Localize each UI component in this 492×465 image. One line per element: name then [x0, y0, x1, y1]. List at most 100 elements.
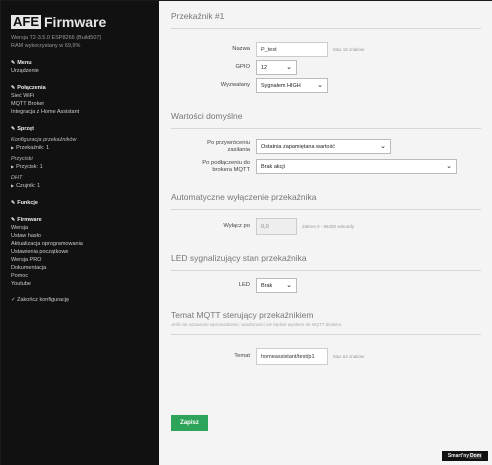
power-restore-row: Po przywróceniu zasilania Ostatnia zapami… — [171, 139, 481, 154]
nav-item-help[interactable]: Pomoc — [11, 272, 149, 280]
nav-item-documentation[interactable]: Dokumentacja — [11, 264, 149, 272]
name-hint: Max 16 znaków — [333, 47, 365, 52]
sidebar: AFE Firmware Wersja T2-3.5.0 ESP8266 (Bu… — [1, 1, 159, 465]
divider — [171, 128, 481, 129]
mqtt-topic-input[interactable]: homeassistant/test/p1 — [256, 348, 328, 365]
nav-sub-dht: DHT — [11, 175, 23, 181]
nav-functions-title: Funkcje — [17, 200, 38, 206]
nav-sub-relays: Konfiguracja przekaźników — [11, 137, 77, 143]
edit-icon: ✎ — [11, 217, 16, 223]
name-input[interactable]: P_test — [256, 42, 328, 57]
led-select-value: Brak — [261, 282, 273, 289]
page-title: Przekaźnik #1 — [171, 11, 225, 21]
mqtt-topic-description: Jeśli nie ustawione wprowadzenie, wiadom… — [171, 322, 342, 327]
led-row: LED Brak ⌄ — [171, 278, 481, 293]
chevron-down-icon: ⌄ — [317, 82, 323, 89]
led-select[interactable]: Brak ⌄ — [256, 278, 297, 293]
divider — [171, 270, 481, 271]
nav-item-relay-1-label: Przekaźnik: 1 — [16, 145, 50, 151]
finish-configuration-link[interactable]: ✓ Zakończ konfigurację — [11, 296, 149, 304]
nav-item-set-password[interactable]: Ustaw hasło — [11, 232, 149, 240]
edit-icon: ✎ — [11, 126, 16, 132]
divider — [171, 334, 481, 335]
nav-connections-title: Połączenia — [17, 85, 46, 91]
nav-menu-title: Menu — [17, 60, 32, 66]
nav-item-device[interactable]: Urządzenie — [11, 67, 149, 75]
power-restore-select[interactable]: Ostatnia zapamiętana wartość ⌄ — [256, 139, 391, 154]
nav-menu-header: ✎ Menu — [11, 59, 149, 67]
chevron-right-icon: ▶ — [11, 183, 15, 188]
version-info: Wersja T2-3.5.0 ESP8266 (Build507) RAM w… — [11, 34, 149, 50]
mqtt-connect-label: Po podłączeniu do brokera MQTT — [171, 160, 256, 174]
nav-firmware-header: ✎ Firmware — [11, 216, 149, 224]
power-restore-label-line1: Po przywróceniu — [207, 139, 250, 146]
led-label: LED — [238, 282, 250, 288]
power-restore-label: Po przywróceniu zasilania — [171, 140, 256, 154]
brand-part2: Dom — [469, 453, 483, 459]
nav-firmware: ✎ Firmware Wersja Ustaw hasło Aktualizacj… — [11, 216, 149, 288]
chevron-down-icon: ⌄ — [380, 143, 386, 150]
led-title: LED sygnalizujący stan przekaźnika — [171, 253, 307, 263]
name-label: Nazwa — [232, 46, 250, 52]
nav-hardware-title: Sprzęt — [17, 126, 35, 132]
divider — [171, 209, 481, 210]
mqtt-connect-select[interactable]: Brak akcji ⌄ — [256, 159, 457, 174]
mqtt-topic-label: Temat — [234, 353, 250, 359]
edit-icon: ✎ — [11, 85, 16, 91]
logo-afe: AFE — [11, 14, 41, 29]
mqtt-connect-label-line2: brokera MQTT — [212, 166, 250, 173]
save-button[interactable]: Zapisz — [171, 415, 208, 431]
auto-off-label: Wyłącz po — [223, 223, 250, 229]
nav-functions-header[interactable]: ✎ Funkcje — [11, 199, 149, 207]
nav-item-mqtt-broker[interactable]: MQTT Broker — [11, 100, 149, 108]
gpio-label: GPIO — [235, 64, 251, 70]
triggered-select-value: Sygnałem HIGH — [261, 82, 301, 89]
nav-item-firmware-update[interactable]: Aktualizacja oprogramowania — [11, 240, 149, 248]
brand-badge: Smart'ny Dom — [442, 451, 488, 461]
chevron-right-icon: ▶ — [11, 164, 15, 169]
brand-part1: Smart'ny — [447, 453, 470, 459]
mqtt-connect-label-line1: Po podłączeniu do — [202, 159, 250, 166]
nav-item-button-1[interactable]: ▶ Przycisk: 1 — [11, 163, 149, 171]
chevron-right-icon: ▶ — [11, 145, 15, 150]
nav-item-youtube[interactable]: Youtube — [11, 280, 149, 288]
nav-item-sensor-1[interactable]: ▶ Czujnik: 1 — [11, 182, 149, 190]
triggered-select[interactable]: Sygnałem HIGH ⌄ — [256, 78, 328, 93]
nav-hardware-header: ✎ Sprzęt — [11, 125, 149, 133]
logo-firmware: Firmware — [44, 14, 107, 30]
divider — [171, 28, 481, 29]
nav-item-wifi[interactable]: Sieć WiFi — [11, 92, 149, 100]
nav-menu: ✎ Menu Urządzenie — [11, 59, 149, 75]
mqtt-topic-title: Temat MQTT sterujący przekaźnikiem — [171, 310, 314, 320]
triggered-label: Wyzwalany — [220, 82, 250, 88]
nav-item-pro-version[interactable]: Wersja PRO — [11, 256, 149, 264]
edit-icon: ✎ — [11, 200, 16, 206]
mqtt-topic-row: Temat homeassistant/test/p1 Max 64 znakó… — [171, 348, 481, 365]
mqtt-connect-row: Po podłączeniu do brokera MQTT Brak akcji… — [171, 159, 481, 174]
auto-off-title: Automatyczne wyłączenie przekaźnika — [171, 192, 317, 202]
defaults-title: Wartości domyślne — [171, 111, 243, 121]
gpio-select[interactable]: 12 ⌄ — [256, 60, 297, 75]
auto-off-row: Wyłącz po 0,0 Zakres 0 - 86400 sekundy — [171, 218, 481, 235]
nav-item-relay-1[interactable]: ▶ Przekaźnik: 1 — [11, 144, 149, 152]
chevron-down-icon: ⌄ — [446, 163, 452, 170]
gear-icon: ✎ — [11, 60, 16, 66]
name-row: Nazwa P_test Max 16 znaków — [171, 42, 481, 57]
finish-configuration-label: Zakończ konfigurację — [17, 297, 70, 303]
nav-item-version[interactable]: Wersja — [11, 224, 149, 232]
nav-item-initial-settings[interactable]: Ustawienia początkowe — [11, 248, 149, 256]
nav-functions: ✎ Funkcje — [11, 199, 149, 207]
nav-item-sensor-1-label: Czujnik: 1 — [16, 183, 41, 189]
chevron-down-icon: ⌄ — [286, 64, 292, 71]
mqtt-connect-select-value: Brak akcji — [261, 163, 285, 170]
nav-firmware-title: Firmware — [17, 217, 42, 223]
nav-item-home-assistant[interactable]: Integracja z Home Assistant — [11, 108, 149, 116]
version-line: Wersja T2-3.5.0 ESP8266 (Build507) — [11, 35, 102, 41]
auto-off-input[interactable]: 0,0 — [256, 218, 297, 235]
triggered-row: Wyzwalany Sygnałem HIGH ⌄ — [171, 78, 481, 93]
chevron-down-icon: ⌄ — [286, 282, 292, 289]
nav-connections: ✎ Połączenia Sieć WiFi MQTT Broker Integr… — [11, 84, 149, 116]
gpio-select-value: 12 — [261, 64, 268, 71]
power-restore-select-value: Ostatnia zapamiętana wartość — [261, 143, 335, 150]
gpio-row: GPIO 12 ⌄ — [171, 60, 481, 75]
